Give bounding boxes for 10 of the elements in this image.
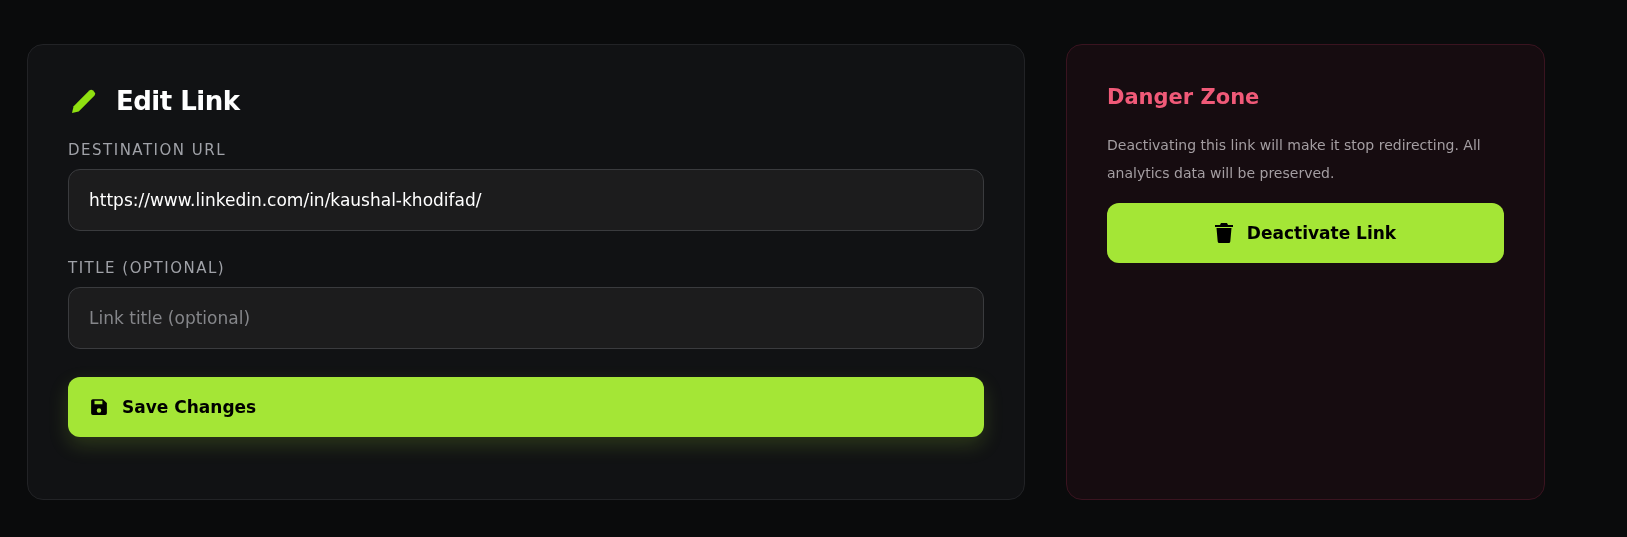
trash-icon — [1214, 223, 1233, 243]
input-field[interactable]: https://www.linkedin.com/in/kaushal-khodifad/ — [68, 169, 984, 231]
card-title: Danger Zone — [1107, 85, 1261, 109]
save-button[interactable]: Save Changes — [68, 377, 984, 437]
description: Deactivating this link will make it stop redirecting. All analytics data will be preserved. — [1107, 136, 1482, 183]
card-title: Edit Link — [116, 86, 240, 116]
field-label: TITLE (OPTIONAL) — [68, 259, 227, 277]
input-field[interactable]: Link title (optional) — [68, 287, 984, 349]
deactivate-button[interactable]: Deactivate Link — [1107, 203, 1504, 263]
field-label: DESTINATION URL — [68, 141, 228, 159]
